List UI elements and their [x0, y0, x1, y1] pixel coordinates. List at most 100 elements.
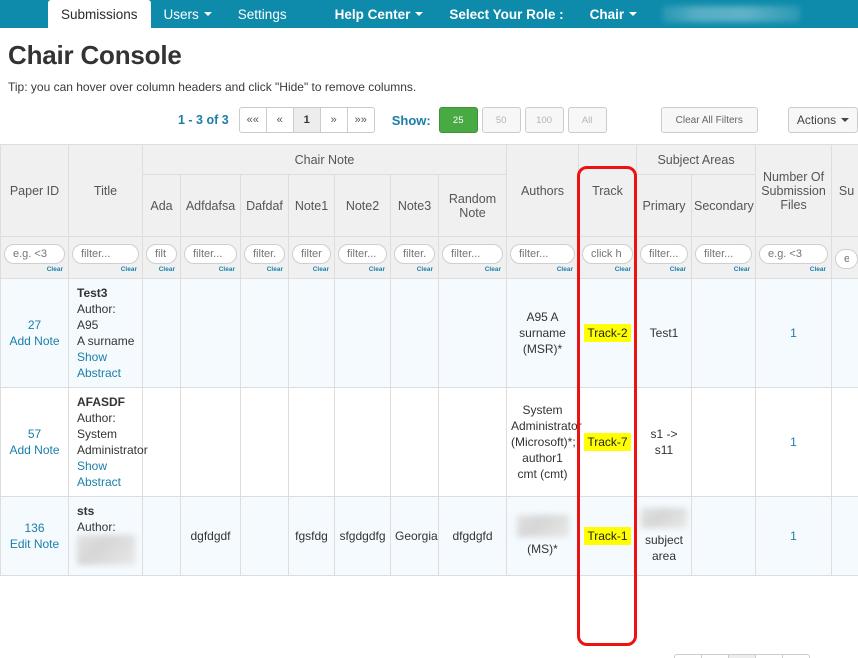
col-header-title[interactable]: Title: [69, 145, 143, 237]
table-row[interactable]: 136 Edit Note sts Author: dgfdgdf fgsfdg…: [1, 497, 858, 576]
cell-dafdaf: [241, 497, 289, 576]
show-abstract-link[interactable]: Show: [77, 350, 107, 364]
col-header-note2[interactable]: Note2: [335, 175, 391, 237]
filter-input-dafdaf[interactable]: [244, 244, 285, 264]
clear-all-filters-button[interactable]: Clear All Filters: [661, 107, 758, 133]
page-next-button[interactable]: »: [320, 107, 348, 133]
filter-input-track[interactable]: [582, 244, 633, 264]
col-header-note3[interactable]: Note3: [391, 175, 439, 237]
page-prev-button[interactable]: «: [701, 654, 729, 658]
submission-files-count-link[interactable]: 1: [790, 529, 797, 543]
filter-input-ada[interactable]: [146, 244, 177, 264]
filter-input-number-of-submission-files[interactable]: [759, 244, 828, 264]
table-filter-row: Clear Clear Clear Clear Clear: [1, 237, 858, 279]
filter-input-note2[interactable]: [338, 244, 387, 264]
show-abstract-link[interactable]: Abstract: [77, 366, 121, 380]
filter-input-authors[interactable]: [510, 244, 575, 264]
page-number-1[interactable]: 1: [728, 654, 756, 658]
col-header-dafdaf[interactable]: Dafdaf: [241, 175, 289, 237]
clear-filter-track[interactable]: Clear: [582, 266, 633, 273]
paper-id-link[interactable]: 136: [5, 520, 64, 536]
filter-input-truncated[interactable]: [835, 249, 858, 269]
page-last-button[interactable]: »»: [347, 107, 375, 133]
filter-cell-note3: Clear: [391, 237, 439, 279]
page-size-50-button[interactable]: 50: [482, 107, 521, 133]
table-row[interactable]: 57 Add Note AFASDF Author: System Admini…: [1, 388, 858, 497]
page-last-button[interactable]: »»: [782, 654, 810, 658]
clear-filter-note1[interactable]: Clear: [292, 266, 331, 273]
col-header-note1[interactable]: Note1: [289, 175, 335, 237]
filter-input-primary[interactable]: [640, 244, 688, 264]
col-group-header-chair-note[interactable]: Chair Note: [143, 145, 507, 175]
actions-dropdown-button[interactable]: Actions: [788, 107, 858, 133]
col-header-track[interactable]: Track: [579, 145, 637, 237]
cell-title: AFASDF Author: System Administrator Show…: [69, 388, 143, 497]
cell-primary-subject-area: s1 -> s11: [637, 388, 692, 497]
submission-files-count-link[interactable]: 1: [790, 435, 797, 449]
clear-filter-dafdaf[interactable]: Clear: [244, 266, 285, 273]
clear-filter-primary[interactable]: Clear: [640, 266, 688, 273]
col-group-header-subject-areas[interactable]: Subject Areas: [637, 145, 756, 175]
filter-input-secondary[interactable]: [695, 244, 752, 264]
filter-input-note1[interactable]: [292, 244, 331, 264]
filter-input-paper-id[interactable]: [4, 244, 65, 264]
show-abstract-link[interactable]: Abstract: [77, 475, 121, 489]
col-header-primary[interactable]: Primary: [637, 175, 692, 237]
col-header-adfdafsa[interactable]: Adfdafsa: [181, 175, 241, 237]
title-author-line: Author:: [77, 411, 116, 425]
nav-item-submissions[interactable]: Submissions: [48, 0, 151, 28]
col-header-ada[interactable]: Ada: [143, 175, 181, 237]
col-header-authors[interactable]: Authors: [507, 145, 579, 237]
clear-filter-note3[interactable]: Clear: [394, 266, 435, 273]
clear-filter-title[interactable]: Clear: [72, 266, 139, 273]
col-header-truncated[interactable]: Su: [832, 145, 858, 237]
clear-filter-authors[interactable]: Clear: [510, 266, 575, 273]
clear-filter-paper-id[interactable]: Clear: [4, 266, 65, 273]
filter-cell-note2: Clear: [335, 237, 391, 279]
bottom-pagination-bar: 1 - 3 of 3 «« « 1 » »»: [0, 654, 858, 658]
clear-filter-secondary[interactable]: Clear: [695, 266, 752, 273]
nav-item-settings[interactable]: Settings: [225, 0, 300, 28]
page-first-button[interactable]: ««: [674, 654, 702, 658]
nav-item-role-chair[interactable]: Chair: [577, 0, 651, 28]
clear-filter-adfdafsa[interactable]: Clear: [184, 266, 237, 273]
nav-label-help-center: Help Center: [335, 7, 411, 22]
cell-paper-id: 136 Edit Note: [1, 497, 69, 576]
nav-item-users[interactable]: Users: [151, 0, 225, 28]
page-size-all-button[interactable]: All: [568, 107, 607, 133]
col-header-secondary[interactable]: Secondary: [692, 175, 756, 237]
filter-cell-number-of-submission-files: Clear: [756, 237, 832, 279]
col-header-paper-id[interactable]: Paper ID: [1, 145, 69, 237]
page-size-25-button[interactable]: 25: [439, 107, 478, 133]
col-header-random-note[interactable]: Random Note: [439, 175, 507, 237]
clear-filter-number-of-submission-files[interactable]: Clear: [759, 266, 828, 273]
page-prev-button[interactable]: «: [266, 107, 294, 133]
table-row[interactable]: 27 Add Note Test3 Author: A95 A surname …: [1, 279, 858, 388]
show-abstract-link[interactable]: Show: [77, 459, 107, 473]
add-note-link[interactable]: Add Note: [9, 334, 59, 348]
page-number-1[interactable]: 1: [293, 107, 321, 133]
title-author-line: System: [77, 427, 117, 441]
edit-note-link[interactable]: Edit Note: [10, 537, 59, 551]
clear-filter-random-note[interactable]: Clear: [442, 266, 503, 273]
submission-title: Test3: [77, 285, 138, 301]
filter-input-title[interactable]: [72, 244, 139, 264]
add-note-link[interactable]: Add Note: [9, 443, 59, 457]
page-size-100-button[interactable]: 100: [525, 107, 564, 133]
paper-id-link[interactable]: 57: [5, 426, 64, 442]
submission-files-count-link[interactable]: 1: [790, 326, 797, 340]
bottom-pagination[interactable]: «« « 1 » »»: [674, 654, 810, 658]
page-first-button[interactable]: ««: [239, 107, 267, 133]
nav-item-help-center[interactable]: Help Center: [322, 0, 437, 28]
filter-input-random-note[interactable]: [442, 244, 503, 264]
clear-filter-note2[interactable]: Clear: [338, 266, 387, 273]
cell-note3: [391, 388, 439, 497]
filter-input-note3[interactable]: [394, 244, 435, 264]
clear-filter-ada[interactable]: Clear: [146, 266, 177, 273]
filter-input-adfdafsa[interactable]: [184, 244, 237, 264]
paper-id-link[interactable]: 27: [5, 317, 64, 333]
page-next-button[interactable]: »: [755, 654, 783, 658]
top-pagination[interactable]: «« « 1 » »»: [239, 107, 375, 133]
cell-dafdaf: [241, 279, 289, 388]
col-header-number-of-submission-files[interactable]: Number Of Submission Files: [756, 145, 832, 237]
